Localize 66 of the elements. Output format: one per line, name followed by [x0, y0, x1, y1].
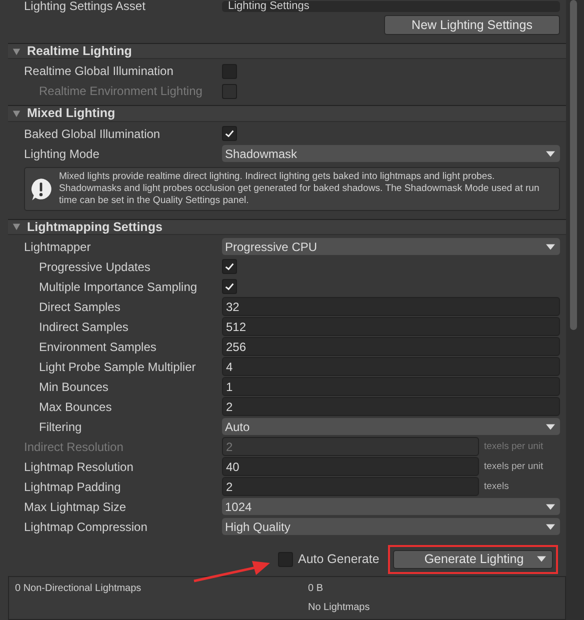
field-label: Filtering: [38, 420, 83, 434]
caret-icon: [546, 524, 555, 530]
dropdown[interactable]: High Quality: [222, 518, 560, 536]
asset-field[interactable]: Lighting Settings: [222, 0, 560, 12]
caret-icon: [546, 244, 555, 250]
field-label: Baked Global Illumination: [23, 126, 162, 141]
field-label: Min Bounces: [38, 380, 110, 394]
unit-label: texels per unit: [484, 461, 544, 472]
number-field[interactable]: 2: [222, 397, 560, 416]
auto-generate-label: Auto Generate: [298, 552, 380, 566]
dropdown[interactable]: Auto: [222, 418, 560, 436]
dropdown[interactable]: 1024: [222, 498, 560, 516]
caret-icon: [546, 424, 555, 430]
section-header[interactable]: Lightmapping Settings: [8, 218, 566, 235]
field-label: Multiple Importance Sampling: [38, 280, 198, 294]
field-label: Lightmap Padding: [23, 480, 122, 494]
number-field[interactable]: 4: [222, 357, 560, 376]
field-label: Max Lightmap Size: [23, 500, 128, 514]
field-label: Lighting Settings Asset: [23, 0, 146, 13]
new-lighting-settings-button[interactable]: New Lighting Settings: [384, 15, 560, 35]
section-header[interactable]: Mixed Lighting: [8, 105, 566, 122]
lightmap-status: No Lightmaps: [308, 602, 370, 613]
unit-label: texels per unit: [484, 441, 544, 452]
scrollbar[interactable]: [566, 0, 584, 620]
field-label: Lightmap Compression: [23, 520, 148, 534]
foldout-arrow-icon: [12, 46, 21, 56]
field-label: Progressive Updates: [38, 260, 152, 274]
caret-icon: [546, 150, 555, 157]
field-label: Lightmap Resolution: [23, 460, 134, 474]
foldout-arrow-icon: [12, 108, 21, 118]
check-icon: [224, 261, 235, 272]
info-text: Mixed lights provide realtime direct lighting. Indirect lighting gets baked into lightmaps and light probes. Shadowmasks and light probes occlusion get generated for baked shadows. The Shadowmask Mode used at run time can be set in the Quality Settings panel.: [59, 170, 540, 207]
field-label: Indirect Samples: [38, 320, 130, 334]
lightmap-size: 0 B: [308, 582, 324, 594]
dropdown[interactable]: Progressive CPU: [222, 238, 560, 256]
checkbox[interactable]: [222, 126, 237, 142]
caret-icon: [537, 556, 546, 562]
field-label: Light Probe Sample Multiplier: [38, 360, 197, 374]
exclamation-icon: [29, 176, 53, 201]
dropdown[interactable]: Shadowmask: [222, 145, 560, 162]
checkbox[interactable]: [222, 64, 237, 79]
number-field[interactable]: 2: [222, 477, 479, 496]
field-label: Lightmapper: [23, 240, 92, 254]
caret-icon: [546, 504, 555, 510]
field-label: Realtime Environment Lighting: [38, 84, 204, 98]
field-label: Max Bounces: [38, 400, 113, 414]
field-label: Lighting Mode: [23, 146, 100, 161]
unit-label: texels: [484, 481, 509, 492]
number-field[interactable]: 256: [222, 337, 560, 356]
field-label: Direct Samples: [38, 300, 122, 314]
checkbox[interactable]: [278, 552, 293, 567]
field-label: Realtime Global Illumination: [23, 64, 174, 78]
foldout-arrow-icon: [12, 222, 21, 232]
number-field[interactable]: 40: [222, 457, 479, 476]
checkbox[interactable]: [222, 279, 237, 294]
checkbox[interactable]: [222, 259, 237, 274]
check-icon: [224, 281, 235, 292]
section-header[interactable]: Realtime Lighting: [8, 43, 566, 60]
field-label: Environment Samples: [38, 340, 158, 354]
generate-lighting-button[interactable]: Generate Lighting: [393, 550, 554, 569]
number-field[interactable]: 32: [222, 297, 560, 316]
number-field[interactable]: 512: [222, 317, 560, 336]
number-field[interactable]: 1: [222, 377, 560, 396]
lightmap-count: 0 Non-Directional Lightmaps: [15, 582, 142, 596]
field-label: Indirect Resolution: [23, 440, 124, 454]
check-icon: [224, 128, 235, 140]
